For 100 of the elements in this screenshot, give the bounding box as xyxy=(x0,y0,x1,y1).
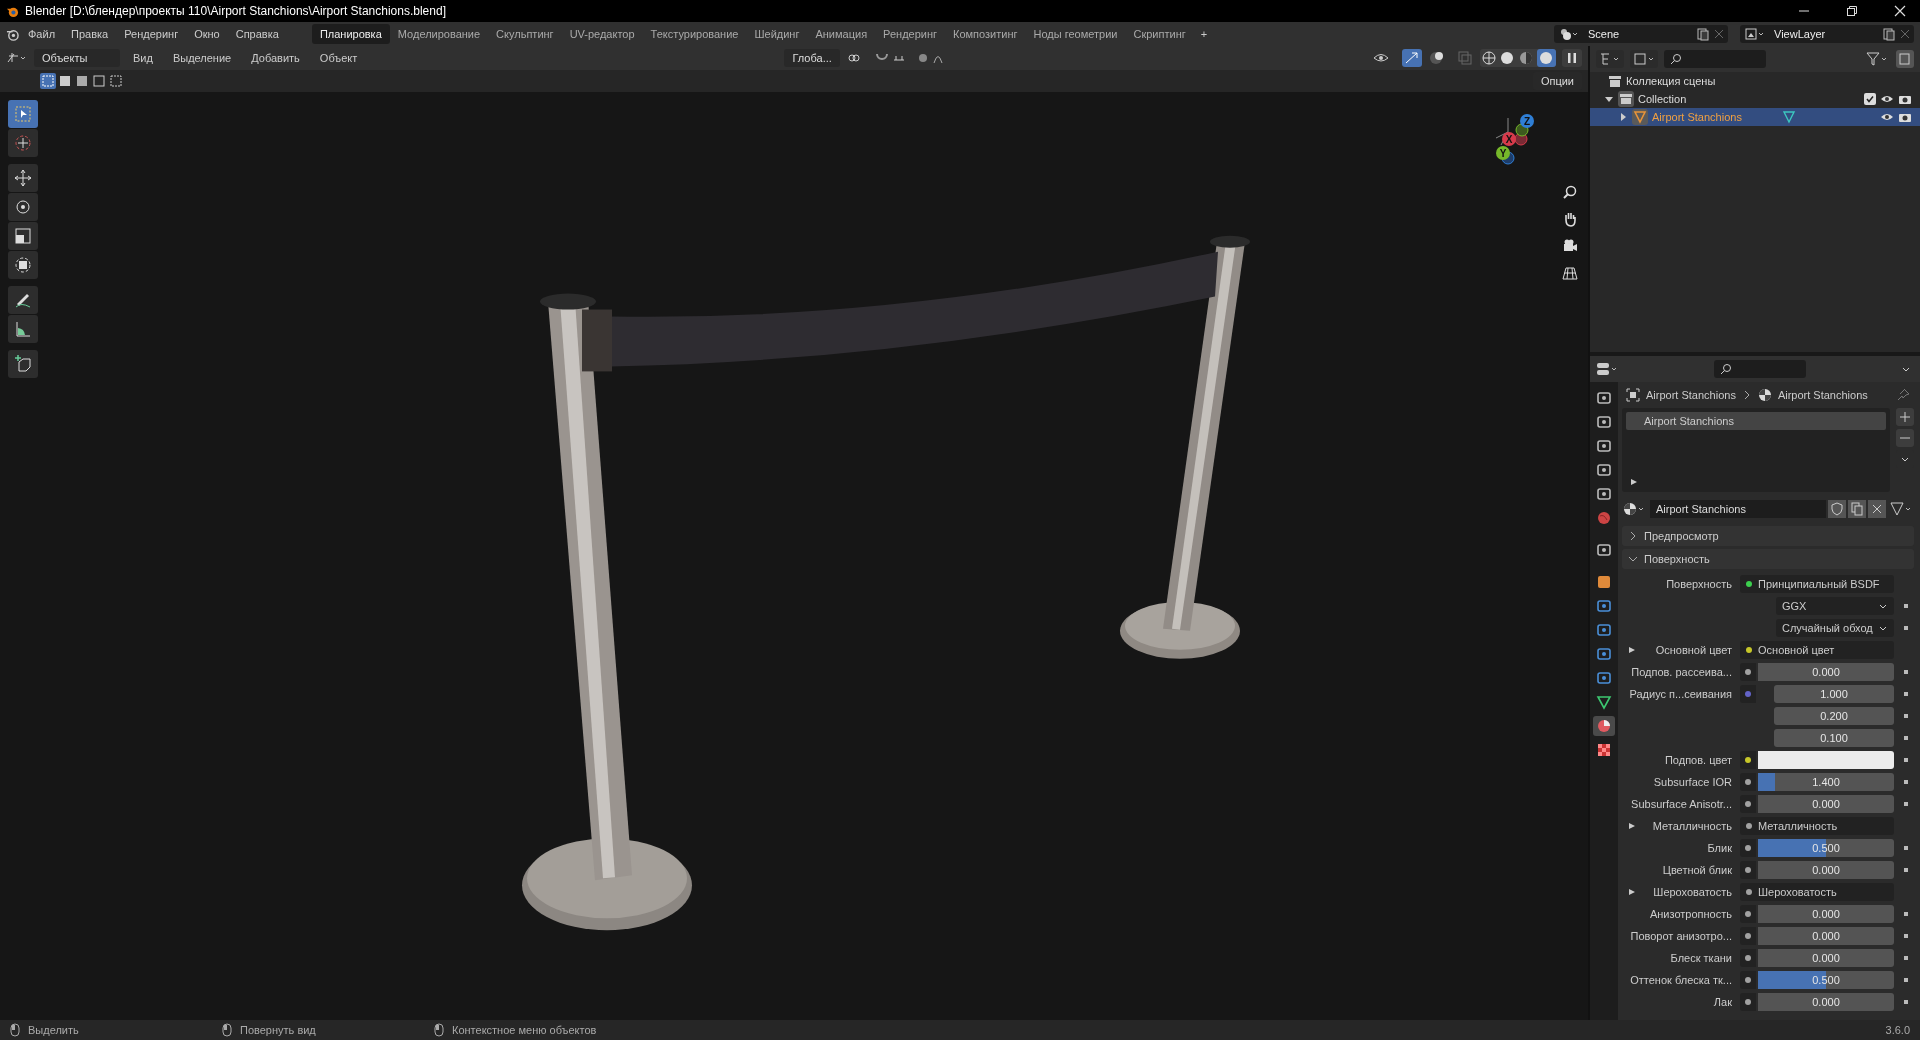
eye-icon[interactable] xyxy=(1880,111,1894,123)
number-field[interactable]: 0.000 xyxy=(1758,663,1894,681)
tree-item[interactable]: Airport Stanchions xyxy=(1652,111,1742,123)
expand-arrow-icon[interactable] xyxy=(1618,112,1628,122)
number-field[interactable]: 0.000 xyxy=(1758,905,1894,923)
move-tool-button[interactable] xyxy=(8,164,38,192)
mesh-data-icon[interactable] xyxy=(1781,110,1796,124)
menu-item[interactable]: Добавить xyxy=(244,49,307,67)
shield-icon[interactable] xyxy=(1828,500,1846,518)
socket-icon[interactable] xyxy=(1740,993,1756,1011)
new-collection-icon[interactable] xyxy=(1896,50,1914,68)
color-swatch[interactable] xyxy=(1758,751,1894,769)
workspace-tab[interactable]: Скульптинг xyxy=(488,24,562,44)
socket-icon[interactable] xyxy=(1740,971,1756,989)
expand-arrow-icon[interactable] xyxy=(1628,822,1636,830)
socket-icon[interactable] xyxy=(1740,927,1756,945)
socket-icon[interactable] xyxy=(1740,751,1756,769)
checkbox-icon[interactable] xyxy=(1864,93,1876,105)
socket-icon[interactable] xyxy=(1740,795,1756,813)
cursor-tool-button[interactable] xyxy=(8,129,38,157)
pin-icon[interactable] xyxy=(1896,388,1910,402)
number-field[interactable]: 1.000 xyxy=(1774,685,1894,703)
restore-icon[interactable] xyxy=(1846,5,1858,17)
number-field[interactable]: 0.000 xyxy=(1758,927,1894,945)
workspace-tab[interactable]: Анимация xyxy=(807,24,876,44)
tree-item[interactable]: Коллекция сцены xyxy=(1626,75,1716,87)
socket-icon[interactable] xyxy=(1740,663,1756,681)
workspace-tab[interactable]: Текстурирование xyxy=(642,24,747,44)
socket-icon[interactable] xyxy=(1740,905,1756,923)
menu-item[interactable]: Выделение xyxy=(165,49,239,67)
workspace-tab[interactable]: Моделирование xyxy=(389,24,489,44)
material-slot[interactable]: Airport Stanchions xyxy=(1626,412,1886,430)
expand-arrow-icon[interactable] xyxy=(1630,478,1638,486)
workspace-tab[interactable]: Ноды геометрии xyxy=(1025,24,1126,44)
dropdown-field[interactable]: Случайный обход xyxy=(1776,619,1894,637)
hand-icon[interactable] xyxy=(1562,211,1578,227)
number-field[interactable]: 0.000 xyxy=(1758,795,1894,813)
workspace-tab[interactable]: Шейдинг xyxy=(746,24,808,44)
scene-icon[interactable] xyxy=(1558,26,1580,42)
search-field[interactable] xyxy=(1664,50,1766,68)
mode-dropdown[interactable]: Объекты xyxy=(34,49,120,67)
menu-item[interactable]: Рендеринг xyxy=(117,25,186,43)
scale-tool-button[interactable] xyxy=(8,222,38,250)
select-mode-icon[interactable] xyxy=(40,73,124,89)
gizmo-toggle-icon[interactable] xyxy=(1402,49,1422,67)
blender-logo-icon[interactable] xyxy=(6,27,19,41)
number-field[interactable]: 0.200 xyxy=(1774,707,1894,725)
new-view-layer-icon[interactable] xyxy=(1882,27,1896,41)
camera-icon[interactable] xyxy=(1562,238,1578,254)
zoom-icon[interactable] xyxy=(1562,184,1578,200)
select-tool-button[interactable] xyxy=(8,100,38,128)
menu-item[interactable]: Правка xyxy=(64,25,116,43)
tree-item[interactable]: Collection xyxy=(1638,93,1687,105)
rotate-tool-button[interactable] xyxy=(8,193,38,221)
measure-tool-button[interactable] xyxy=(8,315,38,343)
socket-link-field[interactable]: Шероховатость xyxy=(1740,883,1894,901)
camera-icon[interactable] xyxy=(1898,93,1912,105)
add-tool-button[interactable] xyxy=(8,350,38,378)
panel-header[interactable]: Предпросмотр xyxy=(1622,526,1914,546)
new-scene-icon[interactable] xyxy=(1696,27,1710,41)
pause-icon[interactable] xyxy=(1562,49,1582,67)
socket-icon[interactable] xyxy=(1740,773,1756,791)
workspace-tab[interactable]: UV-редактор xyxy=(561,24,643,44)
shading-modes-icon[interactable] xyxy=(1480,49,1556,67)
expand-arrow-icon[interactable] xyxy=(1628,888,1636,896)
number-field[interactable]: 0.100 xyxy=(1774,729,1894,747)
workspace-tab[interactable]: Планировка xyxy=(311,24,390,44)
number-field[interactable]: 0.500 xyxy=(1758,839,1894,857)
view-layer-icon[interactable] xyxy=(1744,26,1766,42)
number-field[interactable]: 0.000 xyxy=(1758,993,1894,1011)
add-icon[interactable] xyxy=(1896,408,1914,426)
menu-item[interactable]: Окно xyxy=(187,25,227,43)
workspace-tab[interactable]: Рендеринг xyxy=(875,24,946,44)
socket-link-field[interactable]: Основной цвет xyxy=(1740,641,1894,659)
socket-link-field[interactable]: Принципиальный BSDF xyxy=(1740,575,1894,593)
socket-icon[interactable] xyxy=(1740,949,1756,967)
transform-tool-button[interactable] xyxy=(8,251,38,279)
orientation-dropdown[interactable]: Глоба... xyxy=(784,49,840,67)
camera-icon[interactable] xyxy=(1898,111,1912,123)
socket-icon[interactable] xyxy=(1740,839,1756,857)
number-field[interactable]: 0.500 xyxy=(1758,971,1894,989)
workspace-tab[interactable]: Скриптинг xyxy=(1125,24,1194,44)
menu-item[interactable]: Файл xyxy=(21,25,63,43)
expand-arrow-icon[interactable] xyxy=(1604,94,1614,104)
socket-icon[interactable] xyxy=(1740,861,1756,879)
tree-row[interactable]: Airport Stanchions xyxy=(1590,108,1920,126)
dropdown-field[interactable]: GGX xyxy=(1776,597,1894,615)
annotate-tool-button[interactable] xyxy=(8,286,38,314)
grid-icon[interactable] xyxy=(1562,265,1578,281)
search-field[interactable] xyxy=(1714,360,1806,378)
number-field[interactable]: 0.000 xyxy=(1758,861,1894,879)
number-field[interactable]: 1.400 xyxy=(1758,773,1894,791)
workspace-tab[interactable]: Композитинг xyxy=(945,24,1026,44)
socket-link-field[interactable]: Металличность xyxy=(1740,817,1894,835)
material-name-field[interactable]: Airport Stanchions xyxy=(1650,500,1826,518)
add-workspace-button[interactable]: + xyxy=(1193,25,1215,43)
menu-item[interactable]: Справка xyxy=(228,25,286,43)
menu-item[interactable]: Вид xyxy=(126,49,160,67)
number-field[interactable]: 0.000 xyxy=(1758,949,1894,967)
properties-tab-icon[interactable] xyxy=(1593,716,1615,736)
